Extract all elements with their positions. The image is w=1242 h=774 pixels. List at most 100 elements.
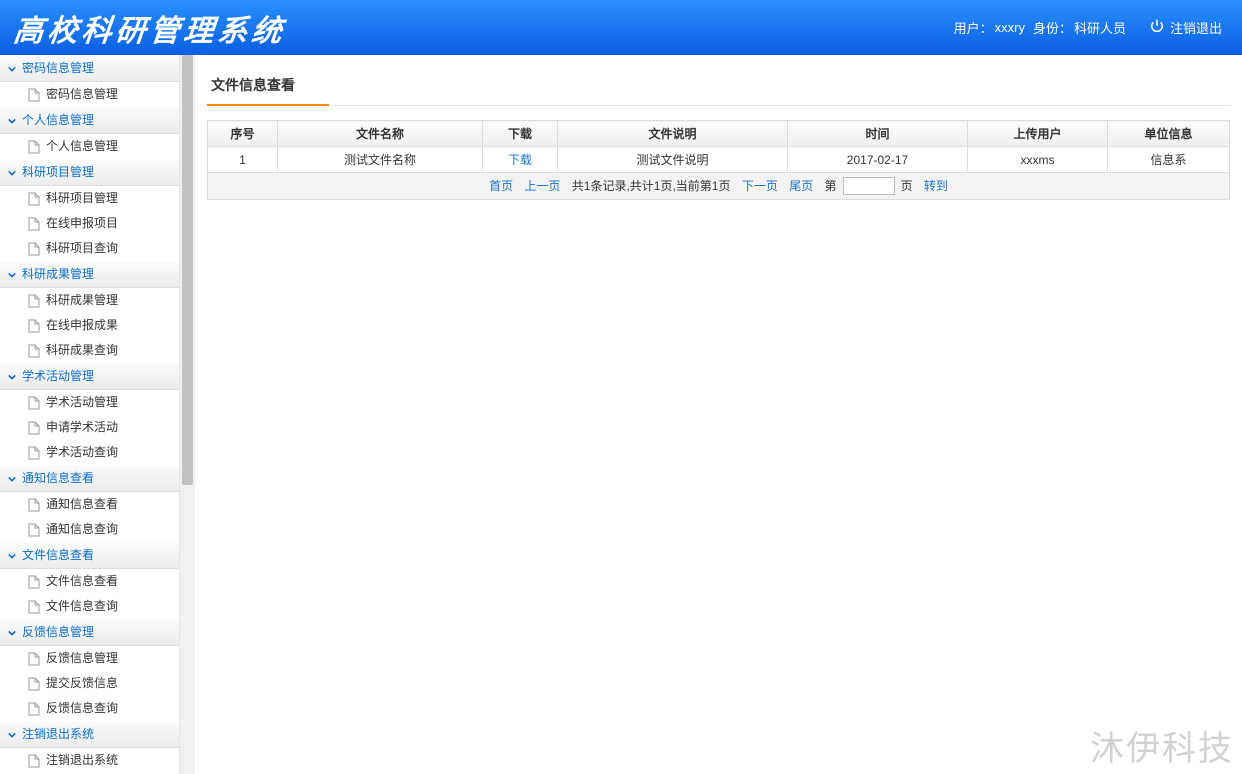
file-icon — [28, 192, 40, 206]
sidebar-group-title: 密码信息管理 — [22, 55, 94, 82]
sidebar-item[interactable]: 通知信息查看 — [0, 492, 179, 517]
sidebar-group-title: 科研项目管理 — [22, 159, 94, 186]
sidebar-item[interactable]: 反馈信息管理 — [0, 646, 179, 671]
sidebar-group-header[interactable]: 科研项目管理 — [0, 159, 179, 186]
sidebar-item[interactable]: 科研成果查询 — [0, 338, 179, 363]
file-icon — [28, 217, 40, 231]
file-icon — [28, 702, 40, 716]
sidebar-group-title: 学术活动管理 — [22, 363, 94, 390]
file-icon — [28, 88, 40, 102]
sidebar-item[interactable]: 学术活动查询 — [0, 440, 179, 465]
caret-down-icon — [8, 373, 16, 381]
cell-name: 测试文件名称 — [278, 147, 483, 173]
sidebar-item-label: 密码信息管理 — [46, 82, 118, 107]
file-icon — [28, 242, 40, 256]
main-content: 文件信息查看 序号 文件名称 下载 文件说明 时间 上传用户 单位信息 1 测试… — [195, 55, 1242, 774]
sidebar-group-title: 科研成果管理 — [22, 261, 94, 288]
pager-last[interactable]: 尾页 — [789, 179, 813, 193]
logout-label: 注销退出 — [1170, 18, 1222, 37]
file-icon — [28, 344, 40, 358]
sidebar-item-label: 科研成果管理 — [46, 288, 118, 313]
download-link[interactable]: 下载 — [508, 153, 532, 167]
sidebar-item[interactable]: 科研项目查询 — [0, 236, 179, 261]
table-row: 1 测试文件名称 下载 测试文件说明 2017-02-17 xxxms 信息系 — [208, 147, 1230, 173]
th-time: 时间 — [788, 121, 968, 147]
sidebar-group-header[interactable]: 文件信息查看 — [0, 542, 179, 569]
role-name: 科研人员 — [1074, 18, 1126, 37]
sidebar-item[interactable]: 文件信息查看 — [0, 569, 179, 594]
th-download: 下载 — [483, 121, 558, 147]
sidebar-group-title: 个人信息管理 — [22, 107, 94, 134]
sidebar: 密码信息管理密码信息管理个人信息管理个人信息管理科研项目管理科研项目管理在线申报… — [0, 55, 195, 774]
th-seq: 序号 — [208, 121, 278, 147]
sidebar-item[interactable]: 科研项目管理 — [0, 186, 179, 211]
cell-time: 2017-02-17 — [788, 147, 968, 173]
pager-next[interactable]: 下一页 — [742, 179, 778, 193]
cell-uploader: xxxms — [968, 147, 1108, 173]
file-icon — [28, 294, 40, 308]
sidebar-item[interactable]: 密码信息管理 — [0, 82, 179, 107]
caret-down-icon — [8, 169, 16, 177]
caret-down-icon — [8, 117, 16, 125]
sidebar-item-label: 通知信息查看 — [46, 492, 118, 517]
file-icon — [28, 600, 40, 614]
file-icon — [28, 446, 40, 460]
app-title: 高校科研管理系统 — [12, 6, 289, 50]
sidebar-item-label: 在线申报项目 — [46, 211, 118, 236]
logout-button[interactable]: 注销退出 — [1150, 18, 1224, 37]
sidebar-item[interactable]: 注销退出系统 — [0, 748, 179, 773]
sidebar-group-header[interactable]: 反馈信息管理 — [0, 619, 179, 646]
pager-go[interactable]: 转到 — [924, 179, 948, 193]
file-icon — [28, 754, 40, 768]
pager-prev[interactable]: 上一页 — [524, 179, 560, 193]
sidebar-scrollbar[interactable] — [179, 55, 195, 774]
file-icon — [28, 140, 40, 154]
sidebar-item-label: 科研项目管理 — [46, 186, 118, 211]
sidebar-group-title: 文件信息查看 — [22, 542, 94, 569]
file-icon — [28, 319, 40, 333]
th-name: 文件名称 — [278, 121, 483, 147]
sidebar-item[interactable]: 申请学术活动 — [0, 415, 179, 440]
caret-down-icon — [8, 629, 16, 637]
pager-jump-suffix: 页 — [901, 179, 913, 193]
file-table: 序号 文件名称 下载 文件说明 时间 上传用户 单位信息 1 测试文件名称 下载… — [207, 120, 1230, 200]
sidebar-item[interactable]: 学术活动管理 — [0, 390, 179, 415]
sidebar-item-label: 学术活动查询 — [46, 440, 118, 465]
sidebar-group-header[interactable]: 科研成果管理 — [0, 261, 179, 288]
sidebar-item-label: 个人信息管理 — [46, 134, 118, 159]
pager-first[interactable]: 首页 — [489, 179, 513, 193]
file-icon — [28, 498, 40, 512]
header-user-box: 用户： xxxry 身份： 科研人员 注销退出 — [954, 18, 1224, 37]
sidebar-group-header[interactable]: 注销退出系统 — [0, 721, 179, 748]
table-head-row: 序号 文件名称 下载 文件说明 时间 上传用户 单位信息 — [208, 121, 1230, 147]
th-unit: 单位信息 — [1108, 121, 1230, 147]
sidebar-item[interactable]: 科研成果管理 — [0, 288, 179, 313]
role-label: 身份： — [1033, 18, 1072, 37]
th-uploader: 上传用户 — [968, 121, 1108, 147]
caret-down-icon — [8, 552, 16, 560]
sidebar-item[interactable]: 个人信息管理 — [0, 134, 179, 159]
sidebar-group-header[interactable]: 学术活动管理 — [0, 363, 179, 390]
sidebar-item[interactable]: 在线申报项目 — [0, 211, 179, 236]
sidebar-item-label: 注销退出系统 — [46, 748, 118, 773]
caret-down-icon — [8, 475, 16, 483]
user-label: 用户： — [954, 18, 993, 37]
sidebar-item-label: 科研成果查询 — [46, 338, 118, 363]
sidebar-item-label: 学术活动管理 — [46, 390, 118, 415]
user-name: xxxry — [995, 20, 1025, 35]
sidebar-item-label: 通知信息查询 — [46, 517, 118, 542]
caret-down-icon — [8, 731, 16, 739]
sidebar-item[interactable]: 提交反馈信息 — [0, 671, 179, 696]
sidebar-item[interactable]: 在线申报成果 — [0, 313, 179, 338]
cell-unit: 信息系 — [1108, 147, 1230, 173]
page-title: 文件信息查看 — [207, 69, 1230, 106]
sidebar-item[interactable]: 反馈信息查询 — [0, 696, 179, 721]
pager-jump-input[interactable] — [843, 177, 895, 195]
file-icon — [28, 575, 40, 589]
pager-info: 共1条记录,共计1页,当前第1页 — [572, 179, 731, 193]
sidebar-item[interactable]: 通知信息查询 — [0, 517, 179, 542]
sidebar-group-header[interactable]: 通知信息查看 — [0, 465, 179, 492]
sidebar-group-header[interactable]: 个人信息管理 — [0, 107, 179, 134]
sidebar-item[interactable]: 文件信息查询 — [0, 594, 179, 619]
sidebar-group-header[interactable]: 密码信息管理 — [0, 55, 179, 82]
